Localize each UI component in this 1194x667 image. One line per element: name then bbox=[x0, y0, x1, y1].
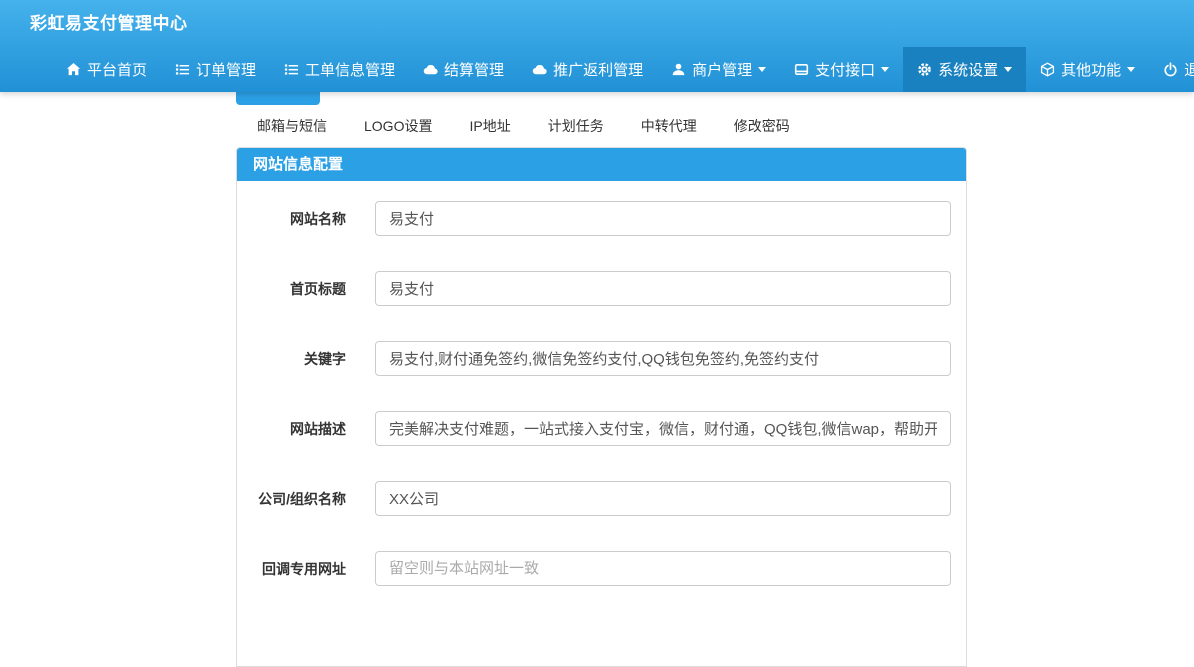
list-icon bbox=[284, 62, 299, 77]
cloud-icon bbox=[423, 62, 438, 77]
nav-item-label: 工单信息管理 bbox=[305, 59, 395, 80]
nav-item-9[interactable]: 退出登录 bbox=[1149, 47, 1194, 92]
form-row-keywords: 关键字 bbox=[237, 341, 951, 376]
nav-item-4[interactable]: 推广返利管理 bbox=[518, 47, 657, 92]
nav-item-1[interactable]: 订单管理 bbox=[161, 47, 270, 92]
tab-5[interactable]: 修改密码 bbox=[719, 108, 805, 144]
nav-item-3[interactable]: 结算管理 bbox=[409, 47, 518, 92]
home-title-input[interactable] bbox=[375, 271, 951, 306]
company-name-input[interactable] bbox=[375, 481, 951, 516]
caret-down-icon bbox=[758, 67, 766, 72]
nav-item-5[interactable]: 商户管理 bbox=[657, 47, 780, 92]
tab-4[interactable]: 中转代理 bbox=[626, 108, 712, 144]
settings-tab-bar: 邮箱与短信LOGO设置IP地址计划任务中转代理修改密码 bbox=[242, 108, 812, 144]
callback-url-input[interactable] bbox=[375, 551, 951, 586]
nav-item-label: 结算管理 bbox=[444, 59, 504, 80]
app-title: 彩虹易支付管理中心 bbox=[30, 9, 188, 34]
nav-item-label: 订单管理 bbox=[196, 59, 256, 80]
form-row-callback-url: 回调专用网址 bbox=[237, 551, 951, 586]
keywords-input[interactable] bbox=[375, 341, 951, 376]
form-row-site-description: 网站描述 bbox=[237, 411, 951, 446]
site-description-input[interactable] bbox=[375, 411, 951, 446]
nav-item-label: 平台首页 bbox=[87, 59, 147, 80]
keywords-label: 关键字 bbox=[237, 349, 346, 369]
gear-icon bbox=[917, 62, 932, 77]
nav-item-7[interactable]: 系统设置 bbox=[903, 47, 1026, 92]
caret-down-icon bbox=[1004, 67, 1012, 72]
tab-0[interactable]: 邮箱与短信 bbox=[242, 108, 342, 144]
callback-url-label: 回调专用网址 bbox=[237, 559, 346, 579]
company-name-label: 公司/组织名称 bbox=[237, 489, 346, 509]
user-icon bbox=[671, 62, 686, 77]
nav-item-label: 推广返利管理 bbox=[553, 59, 643, 80]
nav-item-2[interactable]: 工单信息管理 bbox=[270, 47, 409, 92]
main-nav: 平台首页 订单管理 工单信息管理 结算管理 推广返利管理 商户管理 支付接口 系统设置 其他功能… bbox=[52, 47, 1194, 92]
site-name-label: 网站名称 bbox=[237, 209, 346, 229]
nav-item-label: 系统设置 bbox=[938, 59, 998, 80]
tab-2[interactable]: IP地址 bbox=[454, 108, 525, 144]
caret-down-icon bbox=[1127, 67, 1135, 72]
active-tab-partial[interactable] bbox=[236, 92, 320, 105]
form-row-home-title: 首页标题 bbox=[237, 271, 951, 306]
site-info-form: 网站名称首页标题关键字网站描述公司/组织名称回调专用网址 bbox=[237, 181, 966, 586]
caret-down-icon bbox=[881, 67, 889, 72]
site-name-input[interactable] bbox=[375, 201, 951, 236]
card-icon bbox=[794, 62, 809, 77]
nav-item-0[interactable]: 平台首页 bbox=[52, 47, 161, 92]
site-description-label: 网站描述 bbox=[237, 419, 346, 439]
nav-item-label: 商户管理 bbox=[692, 59, 752, 80]
tab-3[interactable]: 计划任务 bbox=[533, 108, 619, 144]
home-title-label: 首页标题 bbox=[237, 279, 346, 299]
nav-item-label: 支付接口 bbox=[815, 59, 875, 80]
nav-item-label: 退出登录 bbox=[1184, 59, 1194, 80]
cloud-icon bbox=[532, 62, 547, 77]
power-icon bbox=[1163, 62, 1178, 77]
panel-title: 网站信息配置 bbox=[237, 148, 966, 181]
site-info-panel: 网站信息配置 网站名称首页标题关键字网站描述公司/组织名称回调专用网址 bbox=[236, 147, 967, 667]
home-icon bbox=[66, 62, 81, 77]
tab-1[interactable]: LOGO设置 bbox=[349, 108, 447, 144]
form-row-company-name: 公司/组织名称 bbox=[237, 481, 951, 516]
nav-item-label: 其他功能 bbox=[1061, 59, 1121, 80]
cube-icon bbox=[1040, 62, 1055, 77]
list-icon bbox=[175, 62, 190, 77]
nav-item-8[interactable]: 其他功能 bbox=[1026, 47, 1149, 92]
form-row-site-name: 网站名称 bbox=[237, 201, 951, 236]
top-header: 彩虹易支付管理中心 平台首页 订单管理 工单信息管理 结算管理 推广返利管理 商户管理 支付… bbox=[0, 0, 1194, 92]
nav-item-6[interactable]: 支付接口 bbox=[780, 47, 903, 92]
